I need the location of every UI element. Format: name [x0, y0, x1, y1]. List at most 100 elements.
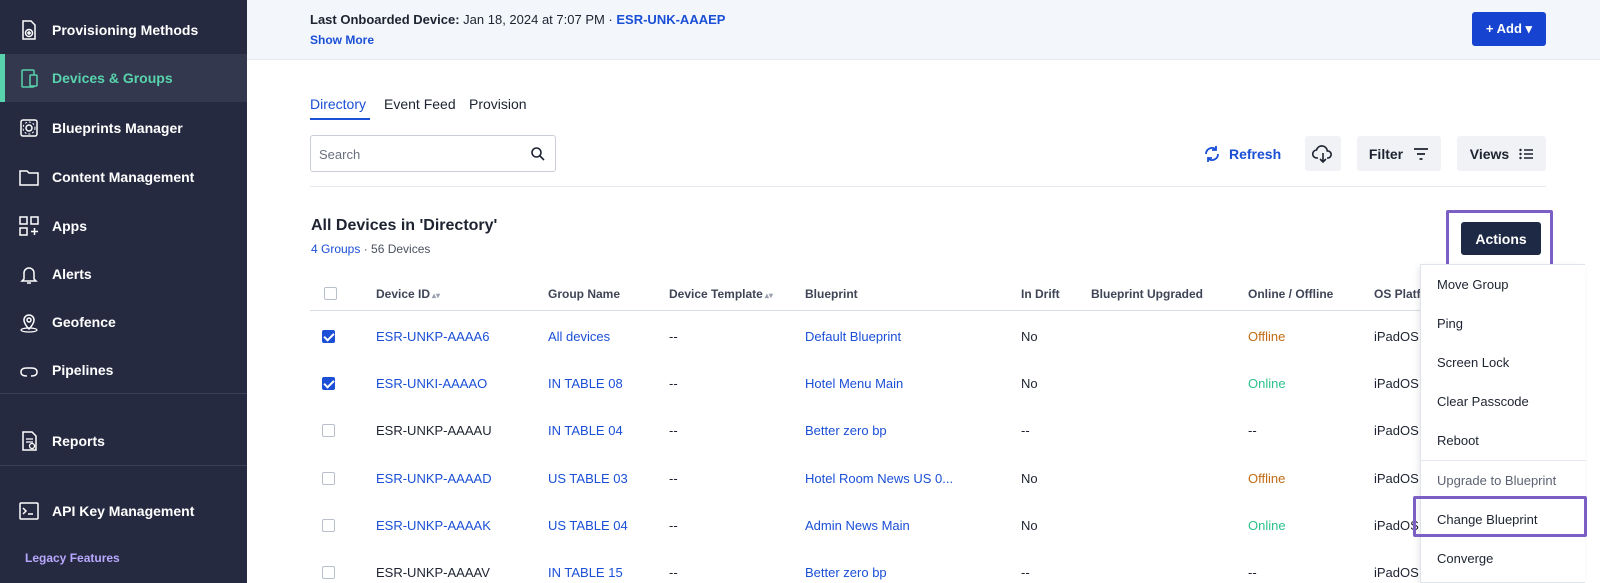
sidebar-item-alerts[interactable]: Alerts [0, 250, 247, 298]
column-header-blueprint[interactable]: Blueprint [805, 287, 858, 301]
search-icon [531, 147, 545, 161]
top-banner: Last Onboarded Device: Jan 18, 2024 at 7… [247, 0, 1600, 60]
device-id-cell[interactable]: ESR-UNKP-AAAA6 [376, 329, 489, 344]
device-id-cell[interactable]: ESR-UNKP-AAAAK [376, 518, 491, 533]
group-name-cell[interactable]: IN TABLE 04 [548, 423, 623, 438]
sidebar: Provisioning Methods Devices & Groups Bl… [0, 0, 247, 583]
menu-item-ping[interactable]: Ping [1437, 316, 1463, 331]
devices-count: 56 Devices [371, 242, 431, 256]
group-name-cell[interactable]: US TABLE 03 [548, 471, 628, 486]
filter-label: Filter [1368, 145, 1404, 162]
group-name-cell[interactable]: US TABLE 04 [548, 518, 628, 533]
menu-item-converge[interactable]: Converge [1437, 551, 1493, 566]
column-header-device-template[interactable]: Device Template ▴▾ [669, 287, 773, 301]
last-onboarded-label: Last Onboarded Device: [310, 12, 460, 27]
device-id-cell[interactable]: ESR-UNKP-AAAAV [376, 565, 490, 580]
status-cell: Online [1248, 376, 1286, 391]
row-checkbox[interactable] [322, 566, 335, 579]
column-header-os-platform[interactable]: OS Platf [1374, 287, 1421, 301]
views-button[interactable]: Views [1457, 136, 1546, 171]
sidebar-item-devices-groups[interactable]: Devices & Groups [0, 54, 247, 102]
sidebar-item-provisioning-methods[interactable]: Provisioning Methods [0, 6, 247, 54]
filter-button[interactable]: Filter [1357, 136, 1441, 171]
tab-event-feed[interactable]: Event Feed [384, 96, 456, 112]
blueprint-cell[interactable]: Better zero bp [805, 565, 887, 580]
sidebar-divider [0, 393, 247, 394]
views-label: Views [1469, 145, 1510, 162]
section-subtitle: 4 Groups · 56 Devices [311, 242, 430, 256]
sidebar-item-api-key-management[interactable]: API Key Management [0, 487, 247, 535]
sidebar-item-label: Content Management [52, 169, 195, 185]
column-header-group-name[interactable]: Group Name [548, 287, 620, 301]
in-drift-cell: -- [1021, 423, 1030, 438]
column-header-blueprint-upgraded[interactable]: Blueprint Upgraded [1091, 287, 1203, 301]
legacy-features-link[interactable]: Legacy Features [25, 551, 120, 565]
device-template-cell: -- [669, 518, 678, 533]
refresh-label: Refresh [1229, 146, 1282, 162]
blueprint-cell[interactable]: Admin News Main [805, 518, 910, 533]
os-platform-cell: iPadOS [1374, 423, 1419, 438]
in-drift-cell: No [1021, 376, 1038, 391]
group-name-cell[interactable]: IN TABLE 15 [548, 565, 623, 580]
column-header-in-drift[interactable]: In Drift [1021, 287, 1060, 301]
device-id-cell[interactable]: ESR-UNKI-AAAAO [376, 376, 487, 391]
refresh-button[interactable]: Refresh [1203, 145, 1281, 163]
tab-provision[interactable]: Provision [469, 96, 527, 112]
row-checkbox[interactable] [322, 377, 335, 390]
sidebar-item-label: API Key Management [52, 503, 195, 519]
row-checkbox[interactable] [322, 330, 335, 343]
change-blueprint-highlight [1413, 496, 1587, 537]
cloud-download-icon [1312, 144, 1332, 163]
device-id-cell[interactable]: ESR-UNKP-AAAAU [376, 423, 492, 438]
menu-item-screen-lock[interactable]: Screen Lock [1437, 355, 1509, 370]
reports-icon [18, 430, 40, 452]
column-header-online-offline[interactable]: Online / Offline [1248, 287, 1333, 301]
sidebar-item-apps[interactable]: Apps [0, 202, 247, 250]
column-header-device-id[interactable]: Device ID ▴▾ [376, 287, 440, 301]
sidebar-item-geofence[interactable]: Geofence [0, 298, 247, 346]
row-checkbox[interactable] [322, 472, 335, 485]
menu-item-reboot[interactable]: Reboot [1437, 433, 1479, 448]
filter-icon [1414, 147, 1429, 160]
show-more-link[interactable]: Show More [310, 33, 374, 47]
groups-count-link[interactable]: 4 Groups [311, 242, 360, 256]
pipeline-icon [18, 359, 40, 381]
blueprint-cell[interactable]: Hotel Room News US 0... [805, 471, 953, 486]
row-checkbox[interactable] [322, 424, 335, 437]
blueprint-cell[interactable]: Default Blueprint [805, 329, 901, 344]
menu-item-move-group[interactable]: Move Group [1437, 277, 1509, 292]
status-cell: Online [1248, 518, 1286, 533]
sidebar-item-reports[interactable]: Reports [0, 417, 247, 465]
column-header-label: Device Template [669, 287, 763, 301]
search-input[interactable]: Search [310, 135, 556, 172]
table-header-divider [310, 310, 1420, 311]
location-icon [18, 311, 40, 333]
devices-icon [18, 67, 40, 89]
blueprint-cell[interactable]: Better zero bp [805, 423, 887, 438]
sidebar-item-blueprints-manager[interactable]: Blueprints Manager [0, 104, 247, 152]
menu-item-clear-passcode[interactable]: Clear Passcode [1437, 394, 1529, 409]
status-cell: Offline [1248, 471, 1286, 486]
group-name-cell[interactable]: All devices [548, 329, 610, 344]
sidebar-divider [0, 465, 247, 466]
download-button[interactable] [1305, 136, 1341, 171]
select-all-checkbox[interactable] [324, 287, 337, 300]
sidebar-item-content-management[interactable]: Content Management [0, 153, 247, 201]
status-cell: -- [1248, 423, 1257, 438]
blueprint-icon [18, 117, 40, 139]
section-title: All Devices in 'Directory' [311, 217, 498, 234]
menu-item-upgrade-to-blueprint[interactable]: Upgrade to Blueprint [1437, 473, 1556, 488]
blueprint-cell[interactable]: Hotel Menu Main [805, 376, 903, 391]
tab-directory[interactable]: Directory [310, 96, 366, 112]
actions-button[interactable]: Actions [1461, 222, 1541, 255]
last-onboarded-device-link[interactable]: ESR-UNK-AAAEP [616, 12, 725, 27]
sidebar-item-label: Provisioning Methods [52, 22, 199, 38]
sidebar-item-label: Blueprints Manager [52, 120, 183, 136]
row-checkbox[interactable] [322, 519, 335, 532]
group-name-cell[interactable]: IN TABLE 08 [548, 376, 623, 391]
add-button[interactable]: + Add ▾ [1472, 12, 1546, 46]
device-id-cell[interactable]: ESR-UNKP-AAAAD [376, 471, 492, 486]
sidebar-item-label: Reports [52, 433, 105, 449]
sidebar-item-pipelines[interactable]: Pipelines [0, 346, 247, 394]
in-drift-cell: -- [1021, 565, 1030, 580]
